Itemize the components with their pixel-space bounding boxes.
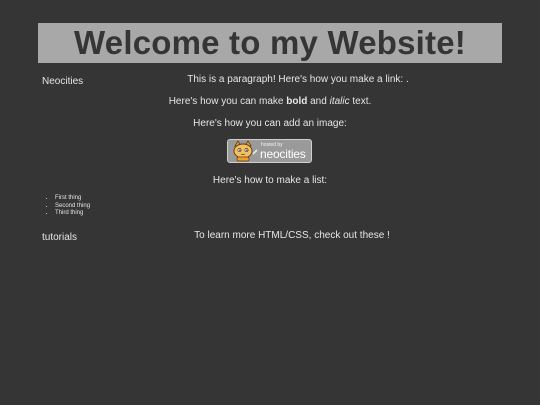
hosted-by-neocities-badge[interactable]: hosted by neocities: [227, 139, 312, 163]
page-title: Welcome to my Website!: [74, 24, 466, 61]
list-item: First thing: [55, 195, 90, 203]
bold-italic-paragraph: Here's how you can make bold and italic …: [0, 96, 540, 107]
learn-more-paragraph: To learn more HTML/CSS, check out these …: [194, 230, 390, 241]
page: Welcome to my Website! Neocities tutoria…: [0, 0, 540, 405]
header-banner: Welcome to my Website!: [38, 23, 502, 63]
bold-italic-prefix: Here's how you can make: [168, 96, 287, 107]
italic-word: italic: [329, 96, 350, 107]
list-item: Third thing: [55, 210, 90, 218]
bold-italic-suffix: text.: [349, 96, 372, 107]
image-paragraph: Here's how you can add an image:: [193, 118, 347, 129]
list-paragraph: Here's how to make a list:: [212, 175, 328, 186]
bold-italic-and: and: [307, 96, 330, 107]
badge-brand-text: neocities: [260, 147, 306, 161]
bold-word: bold: [286, 96, 308, 107]
neocities-cat-icon: [233, 140, 258, 162]
list-item: Second thing: [55, 203, 90, 211]
link-paragraph: This is a paragraph! Here's how you make…: [187, 74, 409, 85]
example-list: First thing Second thing Third thing: [46, 195, 90, 218]
